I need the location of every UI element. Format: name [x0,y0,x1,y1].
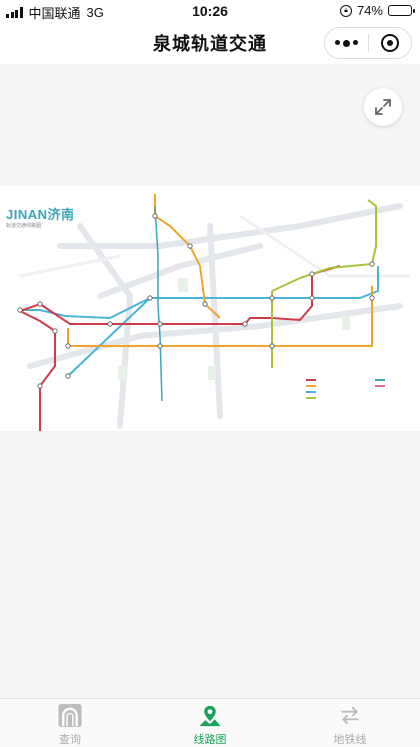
fullscreen-button[interactable] [364,88,402,126]
map-logo: JINAN济南 [6,204,75,223]
battery-icon [388,5,415,16]
park-zone [178,278,188,292]
map-subtitle: 轨道交通线路图 [6,223,42,229]
tab-route-map[interactable]: 线路图 [140,699,280,747]
battery-label: 74% [356,3,383,18]
orientation-lock-icon: 🔒︎ [339,4,352,17]
tab-label: 地铁线 [333,734,367,746]
park-zone [208,366,216,380]
expand-arrows-icon [375,99,391,115]
target-circle-icon [380,34,399,52]
map-legend [306,379,385,399]
close-mini-program-button[interactable] [369,28,412,58]
park-zone [342,316,350,330]
tab-query[interactable]: 查询 [0,699,140,747]
mini-program-capsule [324,27,412,59]
page-title: 泉城轨道交通 [153,34,267,54]
status-bar: 中国联通 3G 10:26 🔒︎ 74% [0,0,420,22]
tab-subway-lines[interactable]: 地铁线 [280,699,420,747]
tab-label: 查询 [59,734,81,746]
tunnel-icon [58,703,82,728]
more-button[interactable] [325,28,368,58]
more-dots-icon [334,39,358,47]
map-logo-cn: 济南 [47,207,75,222]
metro-map[interactable]: JINAN济南 轨道交通线路图 [0,186,420,431]
navigation-bar: 泉城轨道交通 [0,22,420,64]
swap-arrows-icon [341,706,359,725]
map-logo-latin: JINAN [6,207,48,222]
map-pin-icon [199,705,221,727]
tab-label: 线路图 [193,734,227,746]
map-viewer[interactable]: JINAN济南 轨道交通线路图 [0,64,420,698]
tab-bar: 查询 线路图 地铁线 [0,698,420,747]
metro-line-4 [154,205,163,402]
park-zone [118,366,126,380]
status-right: 🔒︎ 74% [339,3,415,18]
